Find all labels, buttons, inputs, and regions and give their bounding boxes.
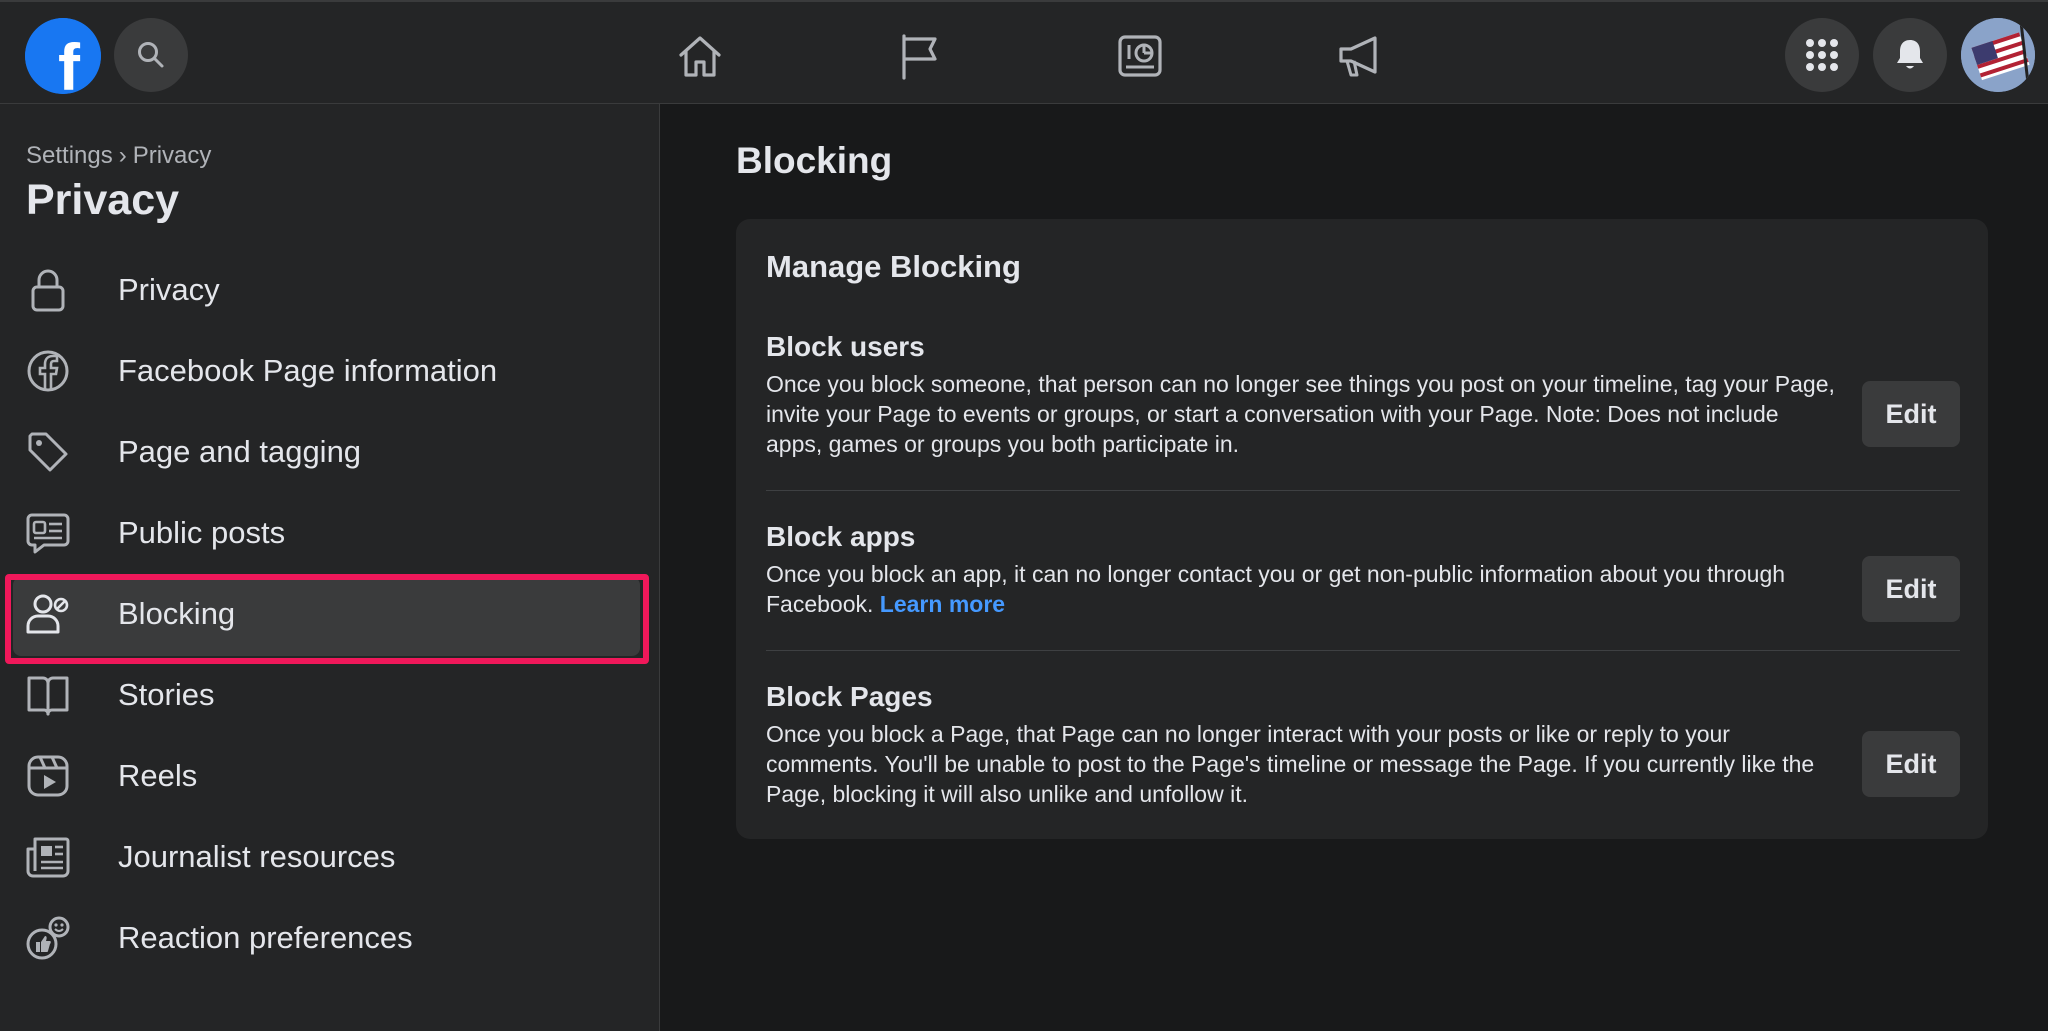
breadcrumb: Settings › Privacy	[26, 142, 217, 170]
edit-block-users-button[interactable]: Edit	[1862, 381, 1960, 447]
reaction-icon	[26, 916, 70, 960]
learn-more-link[interactable]: Learn more	[880, 591, 1005, 617]
section-heading: Block users	[766, 331, 925, 362]
comment-icon	[26, 511, 70, 555]
edit-block-apps-button[interactable]: Edit	[1862, 556, 1960, 622]
sidebar-item-label: Reels	[118, 757, 198, 793]
edit-block-pages-button[interactable]: Edit	[1862, 731, 1960, 797]
sidebar-item-blocking[interactable]: Blocking	[0, 573, 660, 664]
sidebar-item-label: Stories	[118, 676, 215, 712]
block-pages-section: Block Pages Once you block a Page, that …	[766, 681, 1960, 809]
section-description: Once you block an app, it can no longer …	[766, 559, 1836, 619]
page-title: Blocking	[736, 140, 893, 181]
bell-icon	[1897, 40, 1923, 69]
sidebar-item-label: Privacy	[118, 271, 220, 307]
facebook-circle-icon	[26, 349, 70, 393]
newspaper-icon	[26, 835, 70, 879]
divider	[766, 490, 1960, 491]
insights-icon	[1118, 35, 1162, 77]
sidebar-item-reaction-preferences[interactable]: Reaction preferences	[0, 897, 660, 978]
notifications-button[interactable]	[1873, 18, 1947, 92]
section-heading: Block apps	[766, 521, 916, 552]
section-description: Once you block a Page, that Page can no …	[766, 721, 1815, 807]
lock-icon	[26, 268, 70, 312]
block-apps-section: Block apps Once you block an app, it can…	[766, 521, 1960, 622]
facebook-logo-icon[interactable]: f	[25, 18, 101, 94]
search-icon	[138, 42, 164, 68]
flag-icon	[902, 34, 937, 80]
book-icon	[26, 673, 70, 717]
section-description: Once you block someone, that person can …	[766, 371, 1835, 457]
sidebar-item-journalist-resources[interactable]: Journalist resources	[0, 816, 660, 897]
sidebar-item-public-posts[interactable]: Public posts	[0, 492, 660, 573]
megaphone-icon	[1339, 36, 1377, 77]
sidebar-item-label: Page and tagging	[118, 433, 362, 469]
manage-blocking-card: Manage Blocking Block users Once you blo…	[736, 219, 1988, 839]
sidebar-item-page-information[interactable]: Facebook Page information	[0, 330, 660, 411]
reels-icon	[26, 754, 70, 798]
home-tab[interactable]	[670, 26, 730, 86]
block-user-icon	[26, 592, 70, 636]
sidebar-item-stories[interactable]: Stories	[0, 654, 660, 735]
top-navigation-bar: f	[0, 0, 2048, 104]
sidebar-item-page-and-tagging[interactable]: Page and tagging	[0, 411, 660, 492]
sidebar-title: Privacy	[26, 176, 180, 224]
svg-text:f: f	[58, 30, 81, 94]
sidebar-item-privacy[interactable]: Privacy	[0, 249, 660, 330]
divider	[766, 650, 1960, 651]
section-heading: Block Pages	[766, 681, 933, 712]
sidebar-item-label: Journalist resources	[118, 838, 396, 874]
avatar[interactable]	[1961, 18, 2035, 92]
search-button[interactable]	[114, 18, 188, 92]
menu-grid-icon	[1806, 39, 1838, 71]
insights-tab[interactable]	[1110, 26, 1170, 86]
home-icon	[679, 36, 721, 77]
breadcrumb-current: Privacy	[132, 142, 212, 169]
sidebar-item-label: Blocking	[118, 595, 236, 631]
ads-tab[interactable]	[1330, 26, 1390, 86]
pages-tab[interactable]	[890, 26, 950, 86]
breadcrumb-settings[interactable]: Settings	[26, 142, 113, 169]
block-users-section: Block users Once you block someone, that…	[766, 331, 1960, 459]
highlight-box	[5, 574, 649, 664]
settings-sidebar: Settings › Privacy Privacy Privacy Faceboo…	[0, 104, 660, 1031]
sidebar-menu: Privacy Facebook Page information Page a…	[0, 249, 660, 978]
sidebar-item-reels[interactable]: Reels	[0, 735, 660, 816]
sidebar-item-label: Facebook Page information	[118, 352, 498, 388]
sidebar-item-label: Reaction preferences	[118, 919, 413, 955]
menu-button[interactable]	[1785, 18, 1859, 92]
breadcrumb-separator: ›	[118, 142, 127, 169]
tag-icon	[26, 430, 70, 474]
card-title: Manage Blocking	[766, 249, 1021, 284]
sidebar-item-label: Public posts	[118, 514, 286, 550]
